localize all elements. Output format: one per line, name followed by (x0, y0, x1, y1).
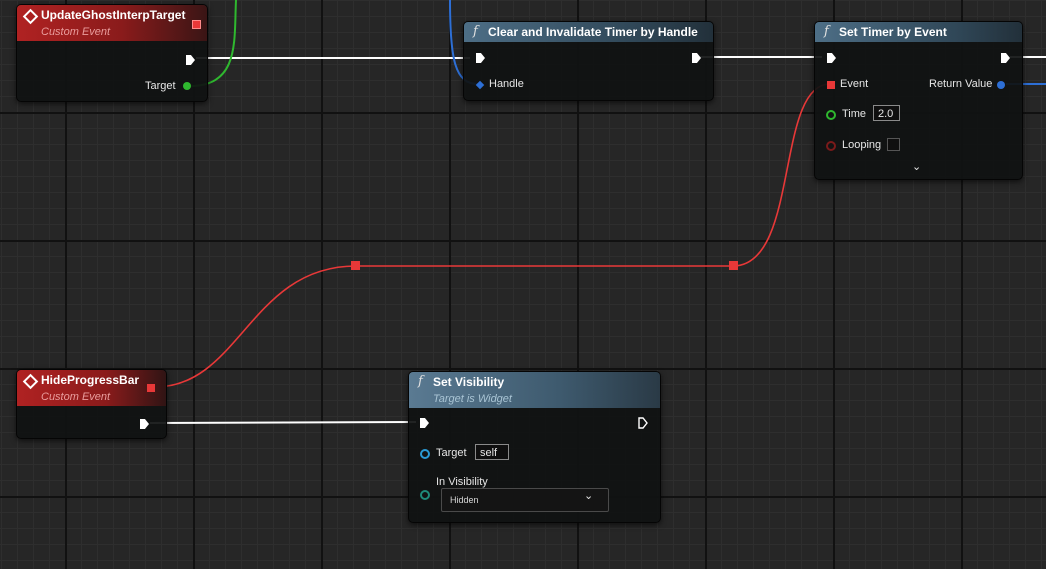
node-header: UpdateGhostInterpTarget Custom Event (17, 5, 207, 41)
visibility-dropdown[interactable]: Hidden ⌄ (441, 488, 609, 512)
return-value-label: Return Value (929, 78, 993, 90)
update-ghost-interp-target-node[interactable]: UpdateGhostInterpTarget Custom Event Tar… (16, 4, 208, 102)
event-pin[interactable] (827, 81, 835, 89)
hide-progress-bar-node[interactable]: HideProgressBar Custom Event (16, 369, 167, 439)
exec-out-pin[interactable] (186, 55, 195, 65)
diamond-event-icon (22, 8, 39, 25)
handle-label: Handle (489, 78, 524, 90)
node-header: f Clear and Invalidate Timer by Handle (464, 22, 713, 42)
return-value-pin[interactable] (997, 81, 1005, 89)
node-header: HideProgressBar Custom Event (17, 370, 166, 406)
function-f-icon: f (473, 24, 478, 39)
visibility-pin[interactable] (420, 490, 430, 500)
time-pin[interactable] (826, 110, 836, 120)
node-title: UpdateGhostInterpTarget (41, 8, 186, 22)
event-label: Event (840, 78, 869, 90)
exec-wire-hide-to-visibility (149, 421, 417, 424)
node-title: HideProgressBar (41, 373, 140, 387)
exec-in-pin[interactable] (476, 53, 485, 63)
time-input[interactable]: 2.0 (873, 105, 900, 121)
exec-out-pin[interactable] (1001, 53, 1010, 63)
clear-invalidate-timer-node[interactable]: f Clear and Invalidate Timer by Handle H… (463, 21, 714, 101)
node-title: Set Visibility (433, 375, 505, 389)
looping-label: Looping (842, 139, 882, 151)
chevron-down-icon: ⌄ (584, 490, 594, 502)
looping-pin[interactable] (826, 141, 836, 151)
target-input[interactable]: self (475, 444, 509, 460)
exec-in-pin[interactable] (420, 418, 429, 428)
visibility-label: In Visibility (436, 476, 488, 488)
diamond-event-icon (22, 373, 39, 390)
target-label: Target (145, 80, 176, 92)
set-visibility-node[interactable]: f Set Visibility Target is Widget Target… (408, 371, 661, 523)
target-pin[interactable] (183, 82, 191, 90)
node-subtitle: Custom Event (41, 26, 111, 38)
exec-out-pin[interactable] (140, 419, 149, 429)
node-header: f Set Visibility Target is Widget (409, 372, 660, 408)
time-label: Time (842, 108, 867, 120)
reroute-node-right[interactable] (729, 261, 738, 270)
reroute-node-left[interactable] (351, 261, 360, 270)
looping-checkbox[interactable] (887, 138, 900, 151)
delegate-pin[interactable] (147, 384, 155, 392)
exec-out-pin[interactable] (638, 417, 648, 429)
chevron-down-icon[interactable]: ⌄ (912, 160, 921, 173)
function-f-icon: f (824, 24, 829, 39)
target-pin[interactable] (420, 449, 430, 459)
exec-out-pin[interactable] (692, 53, 701, 63)
node-subtitle: Custom Event (41, 391, 111, 403)
delegate-pin[interactable] (192, 20, 201, 29)
node-subtitle: Target is Widget (433, 393, 512, 405)
node-title: Clear and Invalidate Timer by Handle (488, 25, 698, 39)
target-label: Target (436, 447, 467, 459)
function-f-icon: f (418, 374, 423, 389)
set-timer-by-event-node[interactable]: f Set Timer by Event Event Return Value … (814, 21, 1023, 180)
delegate-wire (154, 83, 831, 388)
node-title: Set Timer by Event (839, 25, 947, 39)
handle-pin[interactable] (475, 80, 485, 90)
exec-in-pin[interactable] (827, 53, 836, 63)
visibility-value: Hidden (450, 495, 479, 505)
node-header: f Set Timer by Event (815, 22, 1022, 42)
